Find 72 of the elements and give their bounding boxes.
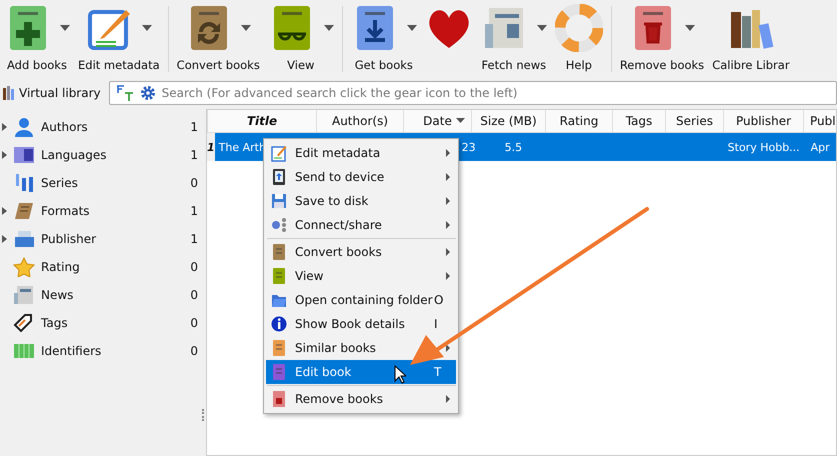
table-cell: 5.5 <box>504 140 522 154</box>
toolbar-button-label[interactable]: Calibre Librar <box>712 58 790 72</box>
menu-item[interactable]: Remove books <box>266 387 456 411</box>
info-icon <box>271 315 287 333</box>
column-header[interactable]: Author(s) <box>317 110 404 132</box>
column-header[interactable]: Size (MB) <box>472 110 546 132</box>
table-cell: 23 <box>462 140 476 154</box>
search-field[interactable]: Search (For advanced search click the gear icon to the left) <box>162 86 836 100</box>
column-header[interactable]: Tags <box>613 110 666 132</box>
category-item[interactable]: Formats 1 <box>0 197 200 225</box>
settings-icon[interactable] <box>140 85 156 101</box>
column-header[interactable]: Series <box>666 110 724 132</box>
menu-item[interactable]: View <box>266 264 456 288</box>
book-icon <box>271 339 287 357</box>
shortcut-key: I <box>434 317 438 331</box>
fonts-icon[interactable] <box>116 85 134 101</box>
menu-item[interactable]: Send to device <box>266 165 456 189</box>
column-header[interactable]: Rating <box>546 110 613 132</box>
book-icon <box>271 267 287 285</box>
mouse-pointer-icon <box>394 365 406 384</box>
column-header[interactable]: Publisher <box>724 110 804 132</box>
expand-arrow-icon[interactable] <box>2 235 7 243</box>
column-header[interactable]: Publ <box>804 110 836 132</box>
category-item[interactable]: Tags 0 <box>0 309 200 337</box>
category-item[interactable]: Authors 1 <box>0 113 200 141</box>
table-cell: Apr <box>810 140 830 154</box>
search-bar[interactable]: Search (For advanced search click the gear icon to the left) <box>108 81 837 105</box>
menu-item[interactable]: Similar books <box>266 336 456 360</box>
book-icon <box>271 243 287 261</box>
books-icon <box>3 86 15 100</box>
row-number: 1 <box>207 133 215 161</box>
toolbar-button-label[interactable]: Remove books <box>620 58 704 72</box>
menu-item[interactable]: Connect/share <box>266 213 456 237</box>
column-header[interactable]: Title <box>208 110 317 132</box>
column-header[interactable]: Date <box>404 110 472 132</box>
share-icon <box>271 216 287 234</box>
menu-item[interactable]: Save to disk <box>266 189 456 213</box>
toolbar-button-label[interactable]: Get books <box>354 58 413 72</box>
caret-icon[interactable] <box>406 25 417 31</box>
category-item[interactable]: Series 0 <box>0 169 200 197</box>
toolbar-button-label[interactable]: View <box>287 58 314 72</box>
category-item[interactable]: Languages 1 <box>0 141 200 169</box>
menu-item[interactable]: Edit book T <box>266 360 456 384</box>
pencil-icon <box>271 144 287 162</box>
toolbar-button-label[interactable]: Convert books <box>176 58 260 72</box>
toolbar-button-label[interactable]: Edit metadata <box>78 58 160 72</box>
expand-arrow-icon[interactable] <box>2 123 7 131</box>
caret-icon[interactable] <box>685 25 695 31</box>
category-item[interactable]: Rating 0 <box>0 253 200 281</box>
virtual-library-button[interactable]: Virtual library <box>3 86 101 100</box>
toolbar-button-label[interactable]: Help <box>566 58 592 72</box>
menu-item[interactable]: Show Book details I <box>266 312 456 336</box>
toolbar-button-label[interactable]: Add books <box>7 58 67 72</box>
caret-icon[interactable] <box>60 25 70 31</box>
category-item[interactable]: News 0 <box>0 281 200 309</box>
category-item[interactable]: Identifiers 0 <box>0 337 200 365</box>
device-icon <box>271 168 287 186</box>
toolbar-button-label[interactable]: Fetch news <box>482 58 546 72</box>
shortcut-key: O <box>434 293 444 307</box>
menu-item[interactable]: Open containing folderO <box>266 288 456 312</box>
menu-item[interactable]: Convert books <box>266 240 456 264</box>
shortcut-key: T <box>434 365 442 379</box>
caret-icon[interactable] <box>241 25 252 31</box>
caret-icon[interactable] <box>536 25 547 31</box>
caret-icon[interactable] <box>324 25 334 31</box>
expand-arrow-icon[interactable] <box>2 207 7 215</box>
book-icon <box>271 363 287 381</box>
expand-arrow-icon[interactable] <box>2 151 7 159</box>
book-icon <box>271 390 287 408</box>
caret-icon[interactable] <box>142 25 152 31</box>
category-item[interactable]: Publisher 1 <box>0 225 200 253</box>
table-cell: Story Hobb... <box>728 140 800 154</box>
